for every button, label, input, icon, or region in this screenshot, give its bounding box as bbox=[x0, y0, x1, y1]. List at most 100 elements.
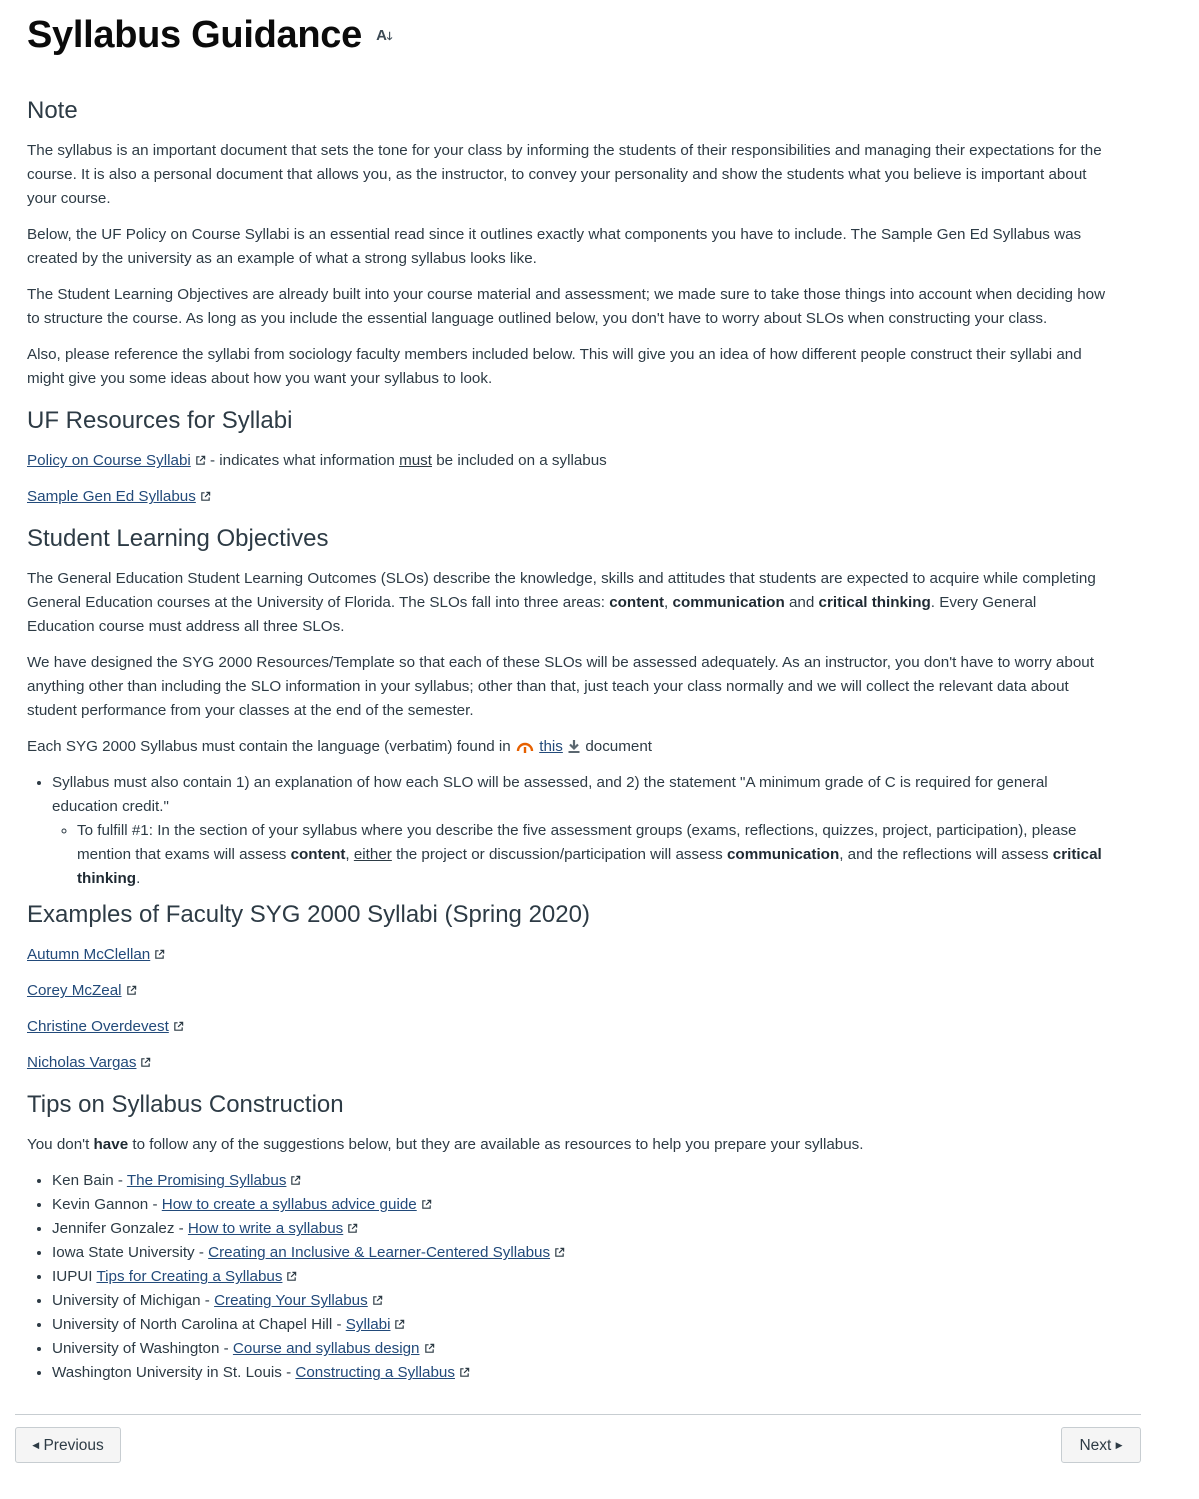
slo-text: and bbox=[784, 594, 819, 612]
slo-document-line: Each SYG 2000 Syllabus must contain the … bbox=[27, 735, 1107, 759]
tip-source: Kevin Gannon - bbox=[52, 1196, 162, 1214]
tip-resource-link[interactable]: Constructing a Syllabus bbox=[295, 1364, 455, 1381]
page-title-text: Syllabus Guidance bbox=[27, 14, 362, 56]
tip-resource-link[interactable]: Syllabi bbox=[346, 1316, 391, 1333]
tip-resource-link[interactable]: Course and syllabus design bbox=[233, 1340, 420, 1357]
note-paragraph: Also, please reference the syllabi from … bbox=[27, 346, 1082, 388]
slo-text: , bbox=[664, 594, 673, 612]
note-paragraph: Below, the UF Policy on Course Syllabi i… bbox=[27, 226, 1082, 268]
external-link-icon bbox=[424, 1344, 434, 1354]
next-label: Next bbox=[1079, 1437, 1112, 1454]
list-item: University of Michigan - Creating Your S… bbox=[52, 1289, 1107, 1313]
previous-label: Previous bbox=[43, 1437, 104, 1454]
tip-source: University of Washington - bbox=[52, 1340, 233, 1358]
caret-right-icon: ▶ bbox=[1115, 1440, 1123, 1450]
tips-intro: You don't have to follow any of the sugg… bbox=[27, 1133, 1107, 1157]
previous-button[interactable]: ◀ Previous bbox=[15, 1427, 121, 1463]
faculty-syllabus-link[interactable]: Corey McZeal bbox=[27, 982, 122, 999]
footer-divider bbox=[15, 1414, 1141, 1415]
faculty-syllabus-link[interactable]: Autumn McClellan bbox=[27, 946, 150, 963]
preview-icon[interactable] bbox=[515, 738, 535, 754]
slo-text: document bbox=[581, 738, 653, 756]
page-content: Syllabus Guidance A🡓 Note The syllabus i… bbox=[0, 0, 1107, 1385]
policy-on-course-syllabi-link[interactable]: Policy on Course Syllabi bbox=[27, 452, 191, 469]
critical-thinking-emphasis: critical thinking bbox=[818, 594, 931, 612]
sub-text: . bbox=[136, 870, 141, 888]
list-item: Ken Bain - The Promising Syllabus bbox=[52, 1169, 1107, 1193]
policy-line: Policy on Course Syllabi - indicates wha… bbox=[27, 449, 1107, 473]
tip-resource-link[interactable]: The Promising Syllabus bbox=[127, 1172, 287, 1189]
policy-desc: - indicates what information bbox=[205, 452, 400, 470]
requirement-text: Syllabus must also contain 1) an explana… bbox=[52, 774, 1048, 816]
external-link-icon bbox=[155, 950, 165, 960]
external-link-icon bbox=[291, 1176, 301, 1186]
external-link-icon bbox=[372, 1296, 382, 1306]
tip-resource-link[interactable]: How to create a syllabus advice guide bbox=[162, 1196, 417, 1213]
text-direction-icon[interactable]: A🡓 bbox=[376, 13, 392, 60]
tips-list: Ken Bain - The Promising SyllabusKevin G… bbox=[27, 1169, 1107, 1385]
communication-emphasis: communication bbox=[672, 594, 785, 612]
tip-resource-link[interactable]: How to write a syllabus bbox=[188, 1220, 343, 1237]
communication-emphasis: communication bbox=[726, 846, 840, 864]
list-item: IUPUI Tips for Creating a Syllabus bbox=[52, 1265, 1107, 1289]
examples-heading: Examples of Faculty SYG 2000 Syllabi (Sp… bbox=[27, 901, 590, 929]
content-emphasis: content bbox=[290, 846, 346, 864]
slo-sub-list: To fulfill #1: In the section of your sy… bbox=[52, 819, 1107, 891]
sample-gen-ed-syllabus-link[interactable]: Sample Gen Ed Syllabus bbox=[27, 488, 196, 505]
slo-heading: Student Learning Objectives bbox=[27, 525, 329, 553]
content-emphasis: content bbox=[609, 594, 665, 612]
list-item: Kevin Gannon - How to create a syllabus … bbox=[52, 1193, 1107, 1217]
tip-resource-link[interactable]: Tips for Creating a Syllabus bbox=[96, 1268, 282, 1285]
slo-requirements-list: Syllabus must also contain 1) an explana… bbox=[27, 771, 1107, 891]
slo-paragraph: The General Education Student Learning O… bbox=[27, 567, 1107, 639]
slo-text: Each SYG 2000 Syllabus must contain the … bbox=[27, 738, 515, 756]
note-paragraph: The syllabus is an important document th… bbox=[27, 142, 1102, 208]
sub-text: , bbox=[345, 846, 354, 864]
external-link-icon bbox=[421, 1200, 431, 1210]
either-emphasis: either bbox=[353, 846, 392, 864]
download-icon[interactable] bbox=[567, 738, 581, 754]
tips-text: You don't bbox=[27, 1136, 94, 1154]
external-link-icon bbox=[348, 1224, 358, 1234]
external-link-icon bbox=[126, 986, 136, 996]
external-link-icon bbox=[141, 1058, 151, 1068]
policy-desc-end: be included on a syllabus bbox=[432, 452, 607, 470]
tip-resource-link[interactable]: Creating an Inclusive & Learner-Centered… bbox=[208, 1244, 550, 1261]
tip-source: IUPUI bbox=[52, 1268, 97, 1286]
external-link-icon bbox=[555, 1248, 565, 1258]
sample-line: Sample Gen Ed Syllabus bbox=[27, 485, 1107, 509]
caret-left-icon: ◀ bbox=[32, 1440, 40, 1450]
sub-text: , and the reflections will assess bbox=[839, 846, 1053, 864]
tip-source: University of Michigan - bbox=[52, 1292, 215, 1310]
faculty-syllabus-link[interactable]: Christine Overdevest bbox=[27, 1018, 169, 1035]
page-title: Syllabus Guidance A🡓 bbox=[27, 0, 1107, 60]
this-document-link[interactable]: this bbox=[539, 738, 563, 755]
list-item: Jennifer Gonzalez - How to write a sylla… bbox=[52, 1217, 1107, 1241]
slo-paragraph: We have designed the SYG 2000 Resources/… bbox=[27, 654, 1094, 720]
next-button[interactable]: Next ▶ bbox=[1061, 1427, 1141, 1463]
tip-source: Ken Bain - bbox=[52, 1172, 127, 1190]
example-item: Corey McZeal bbox=[27, 979, 1107, 1003]
list-item: University of Washington - Course and sy… bbox=[52, 1337, 1107, 1361]
list-item: University of North Carolina at Chapel H… bbox=[52, 1313, 1107, 1337]
example-item: Christine Overdevest bbox=[27, 1015, 1107, 1039]
example-item: Autumn McClellan bbox=[27, 943, 1107, 967]
example-item: Nicholas Vargas bbox=[27, 1051, 1107, 1075]
list-item: Iowa State University - Creating an Incl… bbox=[52, 1241, 1107, 1265]
must-emphasis: must bbox=[399, 452, 432, 470]
list-item: Syllabus must also contain 1) an explana… bbox=[52, 771, 1107, 891]
tip-source: Iowa State University - bbox=[52, 1244, 209, 1262]
list-item: Washington University in St. Louis - Con… bbox=[52, 1361, 1107, 1385]
tip-source: Jennifer Gonzalez - bbox=[52, 1220, 188, 1238]
tip-source: University of North Carolina at Chapel H… bbox=[52, 1316, 346, 1334]
tips-text: to follow any of the suggestions below, … bbox=[128, 1136, 864, 1154]
tip-source: Washington University in St. Louis - bbox=[52, 1364, 296, 1382]
external-link-icon bbox=[174, 1022, 184, 1032]
sub-text: the project or discussion/participation … bbox=[391, 846, 727, 864]
faculty-syllabus-link[interactable]: Nicholas Vargas bbox=[27, 1054, 136, 1071]
external-link-icon bbox=[196, 456, 205, 466]
tip-resource-link[interactable]: Creating Your Syllabus bbox=[214, 1292, 368, 1309]
have-emphasis: have bbox=[93, 1136, 129, 1154]
uf-resources-heading: UF Resources for Syllabi bbox=[27, 407, 293, 435]
list-item: To fulfill #1: In the section of your sy… bbox=[77, 819, 1107, 891]
